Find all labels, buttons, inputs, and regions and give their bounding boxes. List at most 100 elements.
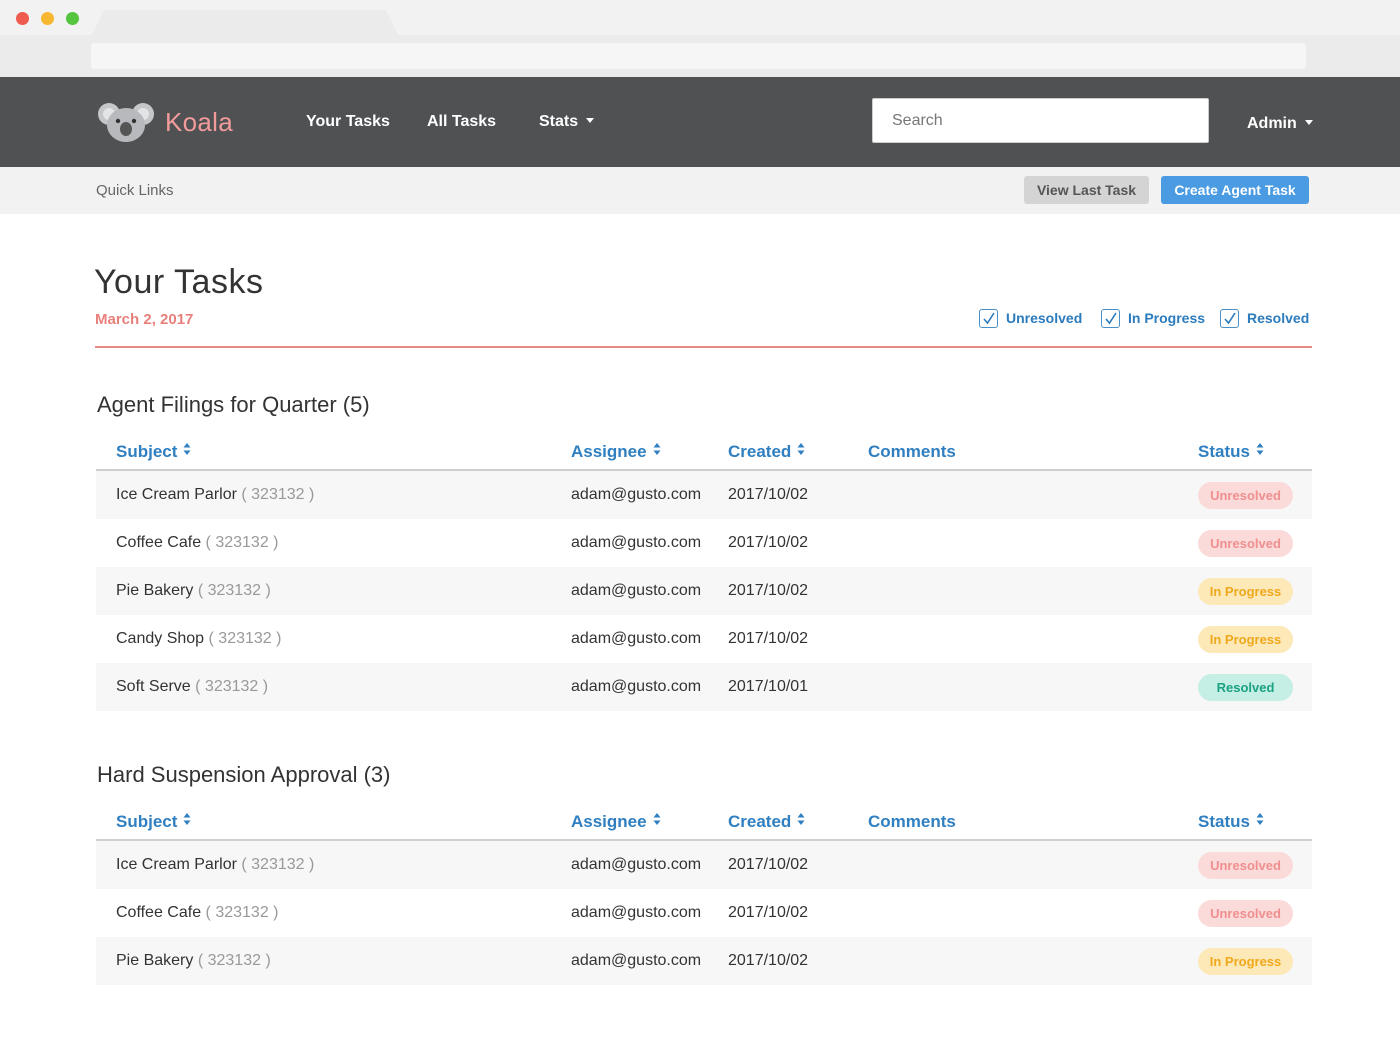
browser-tab[interactable] (92, 10, 398, 35)
column-status-header[interactable]: Status (1198, 812, 1264, 833)
task-created-date: 2017/10/02 (728, 534, 809, 551)
user-menu-dropdown[interactable]: Admin (1247, 115, 1313, 133)
task-created-date: 2017/10/02 (728, 952, 809, 969)
nav-all-tasks[interactable]: All Tasks (427, 113, 496, 131)
task-name: Pie Bakery (116, 582, 194, 599)
table-row[interactable]: Coffee Cafe ( 323132 ) adam@gusto.com 2017… (96, 889, 1312, 937)
filter-in-progress-checkbox[interactable]: In Progress (1101, 309, 1206, 329)
sort-icon[interactable] (653, 441, 661, 461)
task-assignee: adam@gusto.com (571, 856, 702, 873)
browser-chrome (0, 0, 1400, 77)
status-badge: Unresolved (1198, 530, 1293, 557)
column-assignee-header[interactable]: Assignee (571, 442, 661, 463)
task-subject[interactable]: Pie Bakery ( 323132 ) (116, 582, 271, 600)
window-minimize-button[interactable] (41, 12, 54, 25)
column-comments-header: Comments (868, 812, 956, 832)
task-assignee: adam@gusto.com (571, 486, 702, 503)
app-navbar: Koala Your Tasks All Tasks Stats Admin (0, 77, 1400, 167)
address-bar[interactable] (91, 43, 1306, 69)
window-maximize-button[interactable] (66, 12, 79, 25)
task-name: Ice Cream Parlor (116, 486, 237, 503)
checkbox-checked-icon (1220, 309, 1239, 328)
task-name: Soft Serve (116, 678, 191, 695)
nav-stats-dropdown[interactable]: Stats (539, 113, 595, 131)
nav-your-tasks[interactable]: Your Tasks (306, 113, 390, 131)
task-subject[interactable]: Pie Bakery ( 323132 ) (116, 952, 271, 970)
status-badge: In Progress (1198, 578, 1293, 605)
task-created-date: 2017/10/02 (728, 486, 809, 503)
task-id: ( 323132 ) (195, 678, 269, 695)
section-title: Hard Suspension Approval (3) (97, 762, 391, 787)
column-subject-header[interactable]: Subject (116, 442, 191, 463)
column-created-header[interactable]: Created (728, 442, 805, 463)
task-subject[interactable]: Ice Cream Parlor ( 323132 ) (116, 856, 314, 874)
task-assignee: adam@gusto.com (571, 582, 702, 599)
status-badge: In Progress (1198, 948, 1293, 975)
user-menu-label: Admin (1247, 115, 1297, 132)
table-header: Subject Assignee Created Comments Status (96, 802, 1312, 841)
task-created-date: 2017/10/02 (728, 582, 809, 599)
page-title: Your Tasks (94, 263, 264, 301)
search-input[interactable] (872, 98, 1209, 143)
status-badge: Resolved (1198, 674, 1293, 701)
task-name: Ice Cream Parlor (116, 856, 237, 873)
table-row[interactable]: Coffee Cafe ( 323132 ) adam@gusto.com 2017… (96, 519, 1312, 567)
column-label: Status (1198, 442, 1250, 461)
table-row[interactable]: Ice Cream Parlor ( 323132 ) adam@gusto.co… (96, 841, 1312, 889)
task-assignee: adam@gusto.com (571, 904, 702, 921)
sort-icon[interactable] (183, 811, 191, 831)
task-subject[interactable]: Soft Serve ( 323132 ) (116, 678, 268, 696)
sort-icon[interactable] (797, 441, 805, 461)
header-divider (95, 346, 1312, 348)
brand-name[interactable]: Koala (165, 107, 233, 138)
task-subject[interactable]: Coffee Cafe ( 323132 ) (116, 534, 278, 552)
task-id: ( 323132 ) (197, 582, 271, 599)
tasks-table: Subject Assignee Created Comments Status Ice … (96, 802, 1312, 985)
column-comments-header: Comments (868, 442, 956, 462)
column-label: Comments (868, 442, 956, 461)
page-date: March 2, 2017 (95, 311, 194, 328)
status-badge: Unresolved (1198, 482, 1293, 509)
create-agent-task-button[interactable]: Create Agent Task (1161, 176, 1309, 204)
column-label: Subject (116, 442, 178, 461)
column-label: Subject (116, 812, 178, 831)
column-status-header[interactable]: Status (1198, 442, 1264, 463)
sort-icon[interactable] (1256, 811, 1264, 831)
table-row[interactable]: Pie Bakery ( 323132 ) adam@gusto.com 2017/… (96, 937, 1312, 985)
task-assignee: adam@gusto.com (571, 678, 702, 695)
filter-unresolved-checkbox[interactable]: Unresolved (979, 309, 1082, 329)
view-last-task-button[interactable]: View Last Task (1024, 176, 1149, 204)
column-subject-header[interactable]: Subject (116, 812, 191, 833)
quick-links-bar: Quick Links View Last Task Create Agent … (0, 167, 1400, 214)
sort-icon[interactable] (653, 811, 661, 831)
sort-icon[interactable] (1256, 441, 1264, 461)
task-id: ( 323132 ) (205, 534, 279, 551)
column-label: Created (728, 812, 792, 831)
filter-label: In Progress (1128, 310, 1206, 327)
task-subject[interactable]: Coffee Cafe ( 323132 ) (116, 904, 278, 922)
column-label: Created (728, 442, 792, 461)
quick-links-label: Quick Links (96, 182, 174, 199)
column-label: Assignee (571, 812, 647, 831)
table-row[interactable]: Pie Bakery ( 323132 ) adam@gusto.com 2017/… (96, 567, 1312, 615)
task-name: Coffee Cafe (116, 904, 202, 921)
task-name: Coffee Cafe (116, 534, 202, 551)
table-row[interactable]: Candy Shop ( 323132 ) adam@gusto.com 2017/… (96, 615, 1312, 663)
table-row[interactable]: Soft Serve ( 323132 ) adam@gusto.com 2017/… (96, 663, 1312, 711)
task-name: Candy Shop (116, 630, 205, 647)
tasks-table: Subject Assignee Created Comments Status Ice … (96, 432, 1312, 711)
column-assignee-header[interactable]: Assignee (571, 812, 661, 833)
column-created-header[interactable]: Created (728, 812, 805, 833)
table-row[interactable]: Ice Cream Parlor ( 323132 ) adam@gusto.co… (96, 471, 1312, 519)
filter-resolved-checkbox[interactable]: Resolved (1220, 309, 1309, 329)
window-close-button[interactable] (16, 12, 29, 25)
task-subject[interactable]: Candy Shop ( 323132 ) (116, 630, 281, 648)
sort-icon[interactable] (797, 811, 805, 831)
checkbox-checked-icon (1101, 309, 1120, 328)
task-id: ( 323132 ) (208, 630, 282, 647)
task-subject[interactable]: Ice Cream Parlor ( 323132 ) (116, 486, 314, 504)
koala-logo[interactable] (97, 100, 155, 144)
sort-icon[interactable] (183, 441, 191, 461)
checkbox-checked-icon (979, 309, 998, 328)
column-label: Assignee (571, 442, 647, 461)
